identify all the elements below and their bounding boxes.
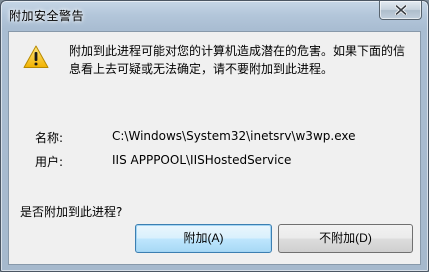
dialog-content: 附加到此进程可能对您的计算机造成潜在的危害。如果下面的信息看上去可疑或无法确定，…	[8, 31, 421, 265]
name-label: 名称:	[35, 131, 64, 145]
process-path: C:\Windows\System32\inetsrv\w3wp.exe	[112, 129, 356, 143]
window-title: 附加安全警告	[9, 9, 85, 23]
close-icon	[395, 5, 407, 15]
confirm-question: 是否附加到此进程?	[20, 205, 123, 219]
dont-attach-button[interactable]: 不附加(D)	[278, 224, 413, 253]
title-bar[interactable]: 附加安全警告	[1, 1, 428, 31]
close-button[interactable]	[379, 1, 422, 20]
dialog-window: 附加安全警告 附加到此进程可能对您的计算机造成潜在的危害。如果下面的信息看上去可…	[0, 0, 429, 272]
attach-button[interactable]: 附加(A)	[135, 224, 272, 253]
warning-message: 附加到此进程可能对您的计算机造成潜在的危害。如果下面的信息看上去可疑或无法确定，…	[69, 44, 406, 76]
warning-icon	[23, 45, 49, 68]
user-label: 用户:	[35, 155, 64, 169]
process-user: IIS APPPOOL\IISHostedService	[112, 153, 292, 167]
